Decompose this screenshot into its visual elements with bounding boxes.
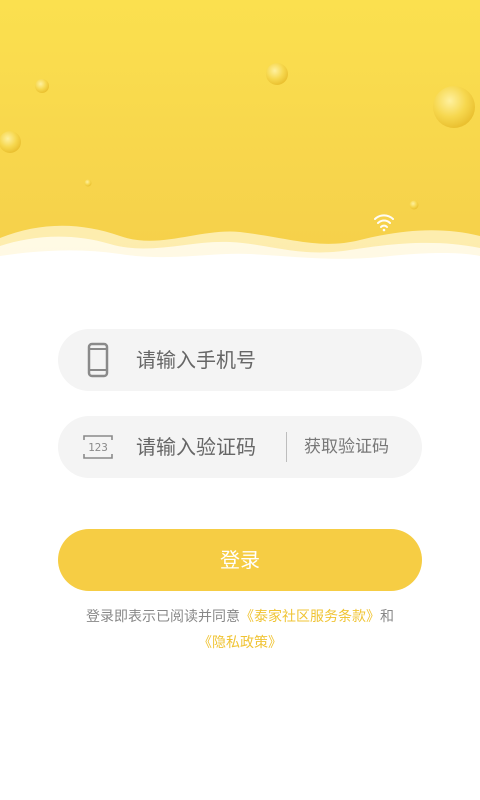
keypad-123-icon: 123	[83, 435, 113, 459]
terms-link[interactable]: 《泰家社区服务条款》	[240, 609, 380, 625]
login-page: 123 获取验证码 登录 登录即表示已阅读并同意《泰家社区服务条款》和 《隐私政…	[0, 0, 480, 800]
login-button[interactable]: 登录	[58, 529, 422, 591]
privacy-link[interactable]: 《隐私政策》	[198, 635, 282, 651]
bubble	[409, 200, 419, 210]
phone-field[interactable]	[58, 329, 422, 391]
agreement-text: 登录即表示已阅读并同意《泰家社区服务条款》和 《隐私政策》	[40, 604, 440, 656]
bubble	[35, 79, 49, 93]
agreement-prefix: 登录即表示已阅读并同意	[86, 609, 240, 625]
bubble	[266, 63, 288, 85]
get-code-button[interactable]: 获取验证码	[304, 416, 389, 478]
bubble	[433, 86, 475, 128]
phone-icon	[87, 342, 109, 378]
code-input[interactable]	[136, 416, 276, 478]
keypad-123-text: 123	[88, 441, 108, 454]
header-banner	[0, 0, 480, 270]
field-divider	[286, 432, 287, 462]
agreement-conjunction: 和	[380, 609, 394, 625]
bubble	[84, 179, 92, 187]
bubble	[0, 131, 21, 153]
phone-input[interactable]	[136, 329, 396, 391]
code-field[interactable]: 123 获取验证码	[58, 416, 422, 478]
header-illustration	[0, 0, 480, 270]
